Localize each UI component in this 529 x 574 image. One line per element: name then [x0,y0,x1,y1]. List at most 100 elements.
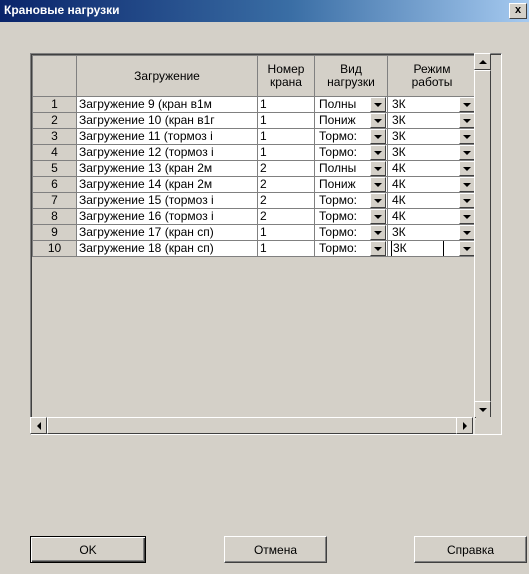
dropdown-arrow-icon[interactable] [370,97,386,112]
load-cell[interactable]: Загружение 13 (кран 2м [76,160,258,177]
crane-number-cell[interactable]: 2 [257,208,315,225]
horizontal-scroll-thumb[interactable] [47,417,457,434]
dropdown-arrow-icon[interactable] [459,145,475,160]
cancel-button[interactable]: Отмена [224,536,327,563]
operation-mode-cell[interactable]: 4К [387,176,477,193]
operation-mode-cell[interactable]: 3К [387,144,477,161]
crane-number-cell[interactable]: 1 [257,96,315,113]
operation-mode-cell[interactable]: 3К [387,128,477,145]
dropdown-arrow-icon[interactable] [459,177,475,192]
load-cell[interactable]: Загружение 15 (тормоз і [76,192,258,209]
ok-button[interactable]: OK [30,536,146,563]
row-number[interactable]: 4 [32,144,77,161]
table-row[interactable]: 5 Загружение 13 (кран 2м 2 Полны 4К [32,160,477,177]
help-button[interactable]: Справка [414,536,527,563]
table-row[interactable]: 9 Загружение 17 (кран сп) 1 Тормо: 3К [32,224,477,241]
load-type-cell[interactable]: Тормо: [314,240,388,257]
crane-number-cell[interactable]: 2 [257,176,315,193]
load-type-cell[interactable]: Полны [314,96,388,113]
load-type-cell[interactable]: Тормо: [314,144,388,161]
dropdown-arrow-icon[interactable] [459,225,475,240]
operation-mode-cell[interactable]: 3К [387,112,477,129]
table-row[interactable]: 7 Загружение 15 (тормоз і 2 Тормо: 4К [32,192,477,209]
operation-mode-cell[interactable]: 3К [387,96,477,113]
dropdown-arrow-icon[interactable] [459,113,475,128]
table-row[interactable]: 1 Загружение 9 (кран в1м 1 Полны 3К [32,96,477,113]
load-cell[interactable]: Загружение 11 (тормоз і [76,128,258,145]
dropdown-arrow-icon[interactable] [459,193,475,208]
vertical-scroll-thumb[interactable] [474,70,491,402]
row-number[interactable]: 6 [32,176,77,193]
dropdown-arrow-icon[interactable] [370,225,386,240]
dropdown-arrow-icon[interactable] [459,241,475,256]
load-type-cell[interactable]: Пониж [314,176,388,193]
load-type-cell[interactable]: Полны [314,160,388,177]
table-row[interactable]: 3 Загружение 11 (тормоз і 1 Тормо: 3К [32,128,477,145]
vertical-scrollbar[interactable] [474,53,491,420]
operation-mode-value: 3К [391,241,444,256]
load-cell[interactable]: Загружение 17 (кран сп) [76,224,258,241]
dropdown-arrow-icon[interactable] [370,161,386,176]
dropdown-arrow-icon[interactable] [370,113,386,128]
crane-number-cell[interactable]: 1 [257,224,315,241]
load-cell[interactable]: Загружение 9 (кран в1м [76,96,258,113]
dropdown-arrow-icon[interactable] [459,161,475,176]
horizontal-scrollbar[interactable] [30,417,475,434]
load-type-cell[interactable]: Тормо: [314,128,388,145]
operation-mode-cell[interactable]: 4К [387,192,477,209]
dropdown-arrow-icon[interactable] [370,145,386,160]
scrollbar-corner [476,417,499,434]
load-type-cell[interactable]: Тормо: [314,224,388,241]
row-number[interactable]: 10 [32,240,77,257]
load-type-cell[interactable]: Тормо: [314,192,388,209]
scroll-down-button[interactable] [474,401,491,418]
row-number[interactable]: 3 [32,128,77,145]
scroll-up-button[interactable] [474,53,491,70]
table-row[interactable]: 4 Загружение 12 (тормоз і 1 Тормо: 3К [32,144,477,161]
crane-number-cell[interactable]: 1 [257,144,315,161]
dropdown-arrow-icon[interactable] [370,129,386,144]
row-number[interactable]: 2 [32,112,77,129]
table-row[interactable]: 10 Загружение 18 (кран сп) 1 Тормо: 3К [32,240,477,257]
scroll-up-icon [478,59,487,64]
row-number[interactable]: 9 [32,224,77,241]
close-button[interactable]: x [509,3,527,19]
dropdown-arrow-icon[interactable] [370,177,386,192]
scroll-left-button[interactable] [30,417,47,434]
load-cell[interactable]: Загружение 12 (тормоз і [76,144,258,161]
dropdown-arrow-icon[interactable] [459,97,475,112]
scroll-right-button[interactable] [456,417,473,434]
operation-mode-cell[interactable]: 3К [387,224,477,241]
column-header-operation-mode[interactable]: Режим работы [387,55,477,97]
crane-number-cell[interactable]: 1 [257,112,315,129]
load-cell[interactable]: Загружение 10 (кран в1г [76,112,258,129]
column-header-load-type[interactable]: Вид нагрузки [314,55,388,97]
table-row[interactable]: 8 Загружение 16 (тормоз і 2 Тормо: 4К [32,208,477,225]
operation-mode-cell[interactable]: 4К [387,160,477,177]
operation-mode-cell[interactable]: 3К [387,240,477,257]
dropdown-arrow-icon[interactable] [459,129,475,144]
load-type-cell[interactable]: Тормо: [314,208,388,225]
dropdown-arrow-icon[interactable] [370,241,386,256]
load-type-cell[interactable]: Пониж [314,112,388,129]
row-number[interactable]: 8 [32,208,77,225]
crane-number-cell[interactable]: 1 [257,240,315,257]
load-cell[interactable]: Загружение 18 (кран сп) [76,240,258,257]
dropdown-arrow-icon[interactable] [370,209,386,224]
dropdown-arrow-icon[interactable] [459,209,475,224]
table-row[interactable]: 6 Загружение 14 (кран 2м 2 Пониж 4К [32,176,477,193]
column-header-load[interactable]: Загружение [76,55,258,97]
operation-mode-value: 3К [392,113,406,128]
table-row[interactable]: 2 Загружение 10 (кран в1г 1 Пониж 3К [32,112,477,129]
dropdown-arrow-icon[interactable] [370,193,386,208]
row-number[interactable]: 1 [32,96,77,113]
crane-number-cell[interactable]: 1 [257,128,315,145]
operation-mode-cell[interactable]: 4К [387,208,477,225]
crane-number-cell[interactable]: 2 [257,160,315,177]
crane-number-cell[interactable]: 2 [257,192,315,209]
column-header-crane-number[interactable]: Номер крана [257,55,315,97]
row-number[interactable]: 5 [32,160,77,177]
load-cell[interactable]: Загружение 16 (тормоз і [76,208,258,225]
row-number[interactable]: 7 [32,192,77,209]
load-cell[interactable]: Загружение 14 (кран 2м [76,176,258,193]
